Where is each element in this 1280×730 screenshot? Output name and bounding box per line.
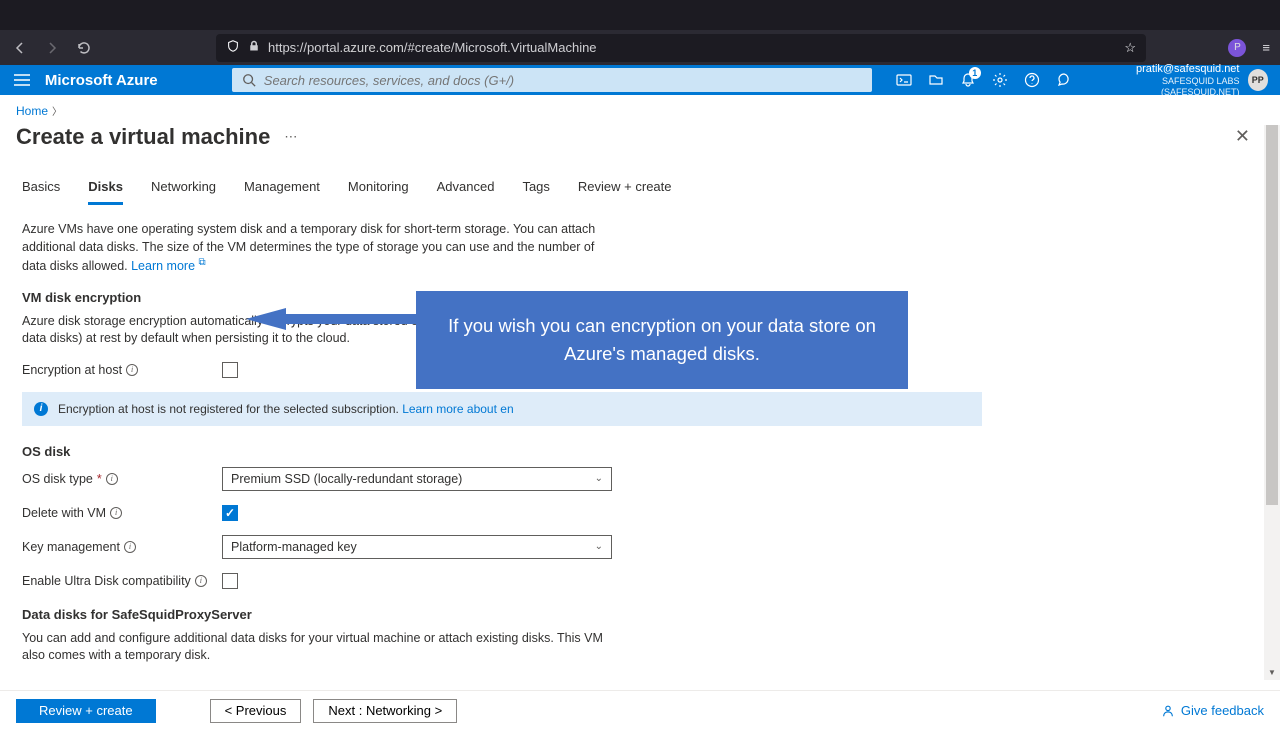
section-os-heading: OS disk xyxy=(22,444,1258,459)
back-button[interactable] xyxy=(10,38,30,58)
info-icon[interactable]: i xyxy=(106,473,118,485)
scrollbar-track[interactable] xyxy=(1264,125,1280,680)
review-create-button[interactable]: Review + create xyxy=(16,699,156,723)
browser-profile-icon[interactable]: P xyxy=(1228,39,1246,57)
tab-tags[interactable]: Tags xyxy=(522,175,549,205)
intro-text: Azure VMs have one operating system disk… xyxy=(22,221,622,276)
info-icon[interactable]: i xyxy=(195,575,207,587)
browser-menu-icon[interactable]: ≡ xyxy=(1262,40,1270,55)
encryption-at-host-label: Encryption at host i xyxy=(22,363,222,377)
azure-brand[interactable]: Microsoft Azure xyxy=(45,72,232,89)
search-input[interactable] xyxy=(264,73,862,88)
os-disk-type-label: OS disk type * i xyxy=(22,472,222,486)
notifications-icon[interactable]: 1 xyxy=(952,65,984,95)
avatar: PP xyxy=(1248,69,1269,91)
delete-with-vm-checkbox[interactable] xyxy=(222,505,238,521)
search-icon xyxy=(242,73,256,87)
give-feedback-link[interactable]: Give feedback xyxy=(1161,703,1264,718)
tab-management[interactable]: Management xyxy=(244,175,320,205)
tab-review[interactable]: Review + create xyxy=(578,175,672,205)
info-icon[interactable]: i xyxy=(124,541,136,553)
ultra-disk-checkbox[interactable] xyxy=(222,573,238,589)
tab-basics[interactable]: Basics xyxy=(22,175,60,205)
page-title: Create a virtual machine xyxy=(16,124,270,150)
next-button[interactable]: Next : Networking > xyxy=(313,699,457,723)
breadcrumb: Home 〉 xyxy=(0,95,1280,120)
azure-top-bar: Microsoft Azure 1 pratik@safesquid.net S… xyxy=(0,65,1280,95)
reload-button[interactable] xyxy=(74,38,94,58)
chevron-down-icon: ⌄ xyxy=(595,541,603,552)
account-org: SAFESQUID LABS (SAFESQUID.NET) xyxy=(1092,76,1240,98)
info-banner: i Encryption at host is not registered f… xyxy=(22,392,982,426)
callout-arrow xyxy=(246,308,418,330)
feedback-person-icon xyxy=(1161,704,1175,718)
tab-monitoring[interactable]: Monitoring xyxy=(348,175,409,205)
wizard-tabs: Basics Disks Networking Management Monit… xyxy=(22,175,1258,205)
scroll-down-arrow[interactable]: ▼ xyxy=(1264,664,1280,680)
ultra-disk-label: Enable Ultra Disk compatibility i xyxy=(22,574,222,588)
select-value: Premium SSD (locally-redundant storage) xyxy=(231,472,462,486)
scrollbar-thumb[interactable] xyxy=(1266,125,1278,505)
search-box[interactable] xyxy=(232,68,872,92)
delete-with-vm-label: Delete with VM i xyxy=(22,506,222,520)
info-banner-link[interactable]: Learn more about en xyxy=(402,402,513,416)
learn-more-link[interactable]: Learn more ⧉ xyxy=(131,259,206,273)
info-icon[interactable]: i xyxy=(126,364,138,376)
wizard-footer: Review + create < Previous Next : Networ… xyxy=(0,690,1280,730)
browser-tab-bar xyxy=(0,0,1280,30)
info-circle-icon: i xyxy=(34,402,48,416)
help-icon[interactable] xyxy=(1016,65,1048,95)
external-link-icon: ⧉ xyxy=(199,257,206,268)
os-disk-type-select[interactable]: Premium SSD (locally-redundant storage) … xyxy=(222,467,612,491)
content-area: Basics Disks Networking Management Monit… xyxy=(0,161,1280,690)
account-menu[interactable]: pratik@safesquid.net SAFESQUID LABS (SAF… xyxy=(1080,63,1280,98)
shield-icon xyxy=(226,39,240,56)
settings-icon[interactable] xyxy=(984,65,1016,95)
tab-networking[interactable]: Networking xyxy=(151,175,216,205)
bookmark-icon[interactable]: ☆ xyxy=(1124,40,1136,56)
close-button[interactable]: ✕ xyxy=(1229,120,1256,153)
feedback-icon[interactable] xyxy=(1048,65,1080,95)
info-icon[interactable]: i xyxy=(110,507,122,519)
data-disk-desc: You can add and configure additional dat… xyxy=(22,630,622,665)
chevron-right-icon: 〉 xyxy=(52,107,62,118)
info-banner-text: Encryption at host is not registered for… xyxy=(58,402,399,416)
url-text: https://portal.azure.com/#create/Microso… xyxy=(268,40,597,55)
chevron-down-icon: ⌄ xyxy=(595,473,603,484)
tab-disks[interactable]: Disks xyxy=(88,175,123,205)
key-management-select[interactable]: Platform-managed key ⌄ xyxy=(222,535,612,559)
breadcrumb-home[interactable]: Home xyxy=(16,104,48,118)
select-value: Platform-managed key xyxy=(231,540,357,554)
annotation-callout: If you wish you can encryption on your d… xyxy=(416,291,908,389)
previous-button[interactable]: < Previous xyxy=(210,699,302,723)
forward-button[interactable] xyxy=(42,38,62,58)
directories-icon[interactable] xyxy=(920,65,952,95)
browser-toolbar: https://portal.azure.com/#create/Microso… xyxy=(0,30,1280,65)
cloud-shell-icon[interactable] xyxy=(888,65,920,95)
menu-button[interactable] xyxy=(0,65,45,95)
address-bar[interactable]: https://portal.azure.com/#create/Microso… xyxy=(216,34,1146,62)
lock-icon xyxy=(248,40,260,55)
encryption-at-host-checkbox[interactable] xyxy=(222,362,238,378)
tab-advanced[interactable]: Advanced xyxy=(437,175,495,205)
more-actions-icon[interactable]: ⋯ xyxy=(284,129,297,145)
section-data-heading: Data disks for SafeSquidProxyServer xyxy=(22,607,1258,622)
key-management-label: Key management i xyxy=(22,540,222,554)
notification-badge: 1 xyxy=(969,67,981,79)
account-email: pratik@safesquid.net xyxy=(1092,63,1240,76)
